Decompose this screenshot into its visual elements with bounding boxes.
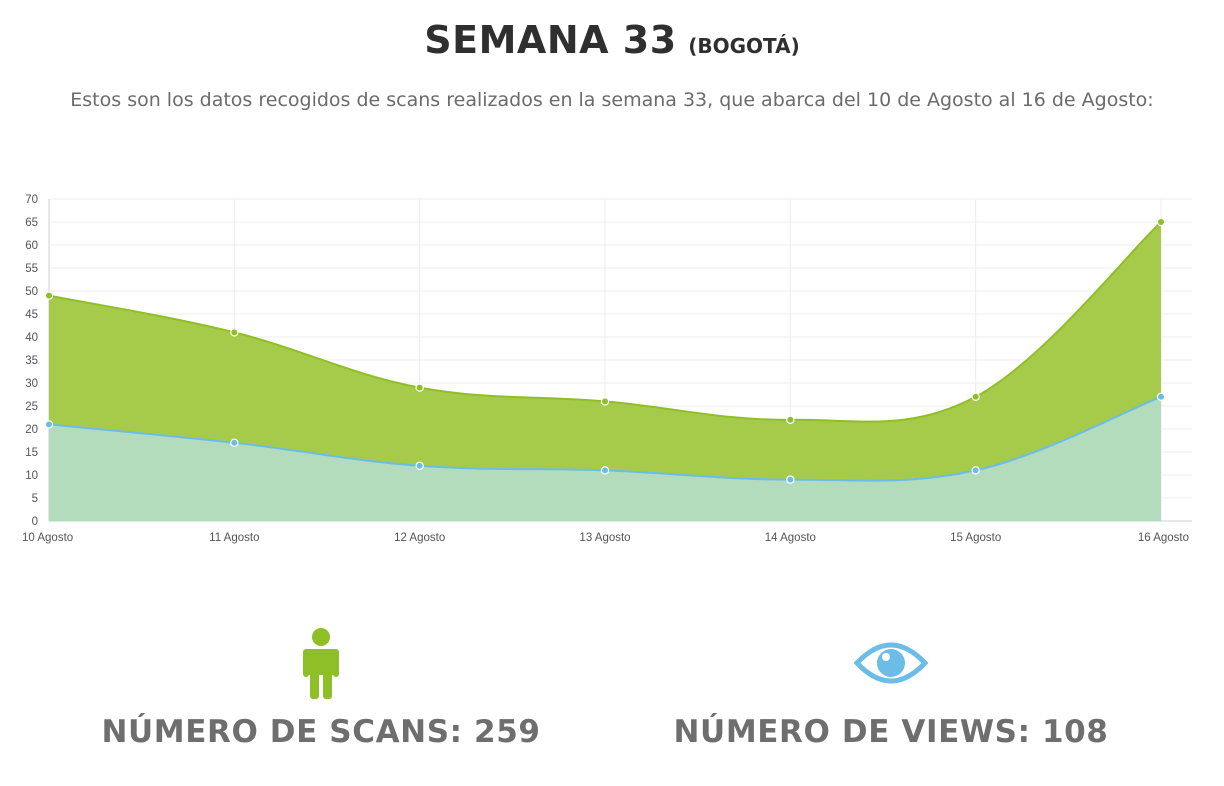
y-tick-label: 15 <box>25 447 38 459</box>
series-0-point <box>44 291 54 300</box>
x-tick-label: 15 Agosto <box>950 532 1001 544</box>
x-tick-label: 13 Agosto <box>579 532 630 544</box>
series-0-point <box>1156 217 1166 227</box>
y-tick-label: 65 <box>25 217 38 229</box>
y-tick-label: 5 <box>32 493 38 505</box>
y-tick-label: 30 <box>25 378 38 390</box>
y-tick-label: 70 <box>25 194 38 206</box>
series-0-point <box>415 383 424 392</box>
y-tick-label: 10 <box>25 470 38 482</box>
page-subtitle: Estos son los datos recogidos de scans r… <box>70 89 1154 111</box>
series-1-point <box>44 420 54 429</box>
person-icon <box>15 620 627 706</box>
series-0-point <box>786 415 795 424</box>
y-tick-label: 35 <box>25 355 38 367</box>
series-0-point <box>600 397 610 406</box>
area-chart: 0 5 10 15 20 25 30 35 40 45 50 55 60 65 70 10 Agosto 11 … <box>22 194 1192 544</box>
page-title: SEMANA 33 (BOGOTÁ) <box>0 18 1224 62</box>
series-1-point <box>786 475 795 484</box>
scans-count-label: NÚMERO DE SCANS: 259 <box>101 714 541 750</box>
series-1-point <box>600 466 610 475</box>
series-1-point <box>971 466 980 475</box>
page-title-main: SEMANA 33 <box>424 18 677 62</box>
y-tick-label: 0 <box>32 516 38 528</box>
x-tick-label: 10 Agosto <box>22 532 73 544</box>
x-tick-label: 16 Agosto <box>1138 532 1189 544</box>
views-stat: NÚMERO DE VIEWS: 108 <box>585 620 1197 750</box>
y-tick-label: 20 <box>25 424 38 436</box>
y-tick-label: 50 <box>25 286 38 298</box>
y-tick-label: 55 <box>25 263 38 275</box>
scans-stat: NÚMERO DE SCANS: 259 <box>15 620 627 750</box>
y-tick-label: 60 <box>25 240 38 252</box>
series-1-point <box>415 461 424 470</box>
x-tick-label: 11 Agosto <box>209 532 259 544</box>
y-tick-label: 40 <box>25 332 38 344</box>
y-tick-label: 45 <box>25 309 38 321</box>
eye-icon <box>585 620 1197 706</box>
series-1-point <box>230 438 239 447</box>
y-tick-label: 25 <box>25 401 38 413</box>
series-1-point <box>1156 392 1166 401</box>
series-0-point <box>230 328 239 337</box>
page-title-suffix: (BOGOTÁ) <box>688 34 800 58</box>
series-0-point <box>971 392 980 401</box>
x-tick-label: 14 Agosto <box>765 532 816 544</box>
views-count-label: NÚMERO DE VIEWS: 108 <box>673 714 1109 750</box>
x-tick-label: 12 Agosto <box>394 532 445 544</box>
